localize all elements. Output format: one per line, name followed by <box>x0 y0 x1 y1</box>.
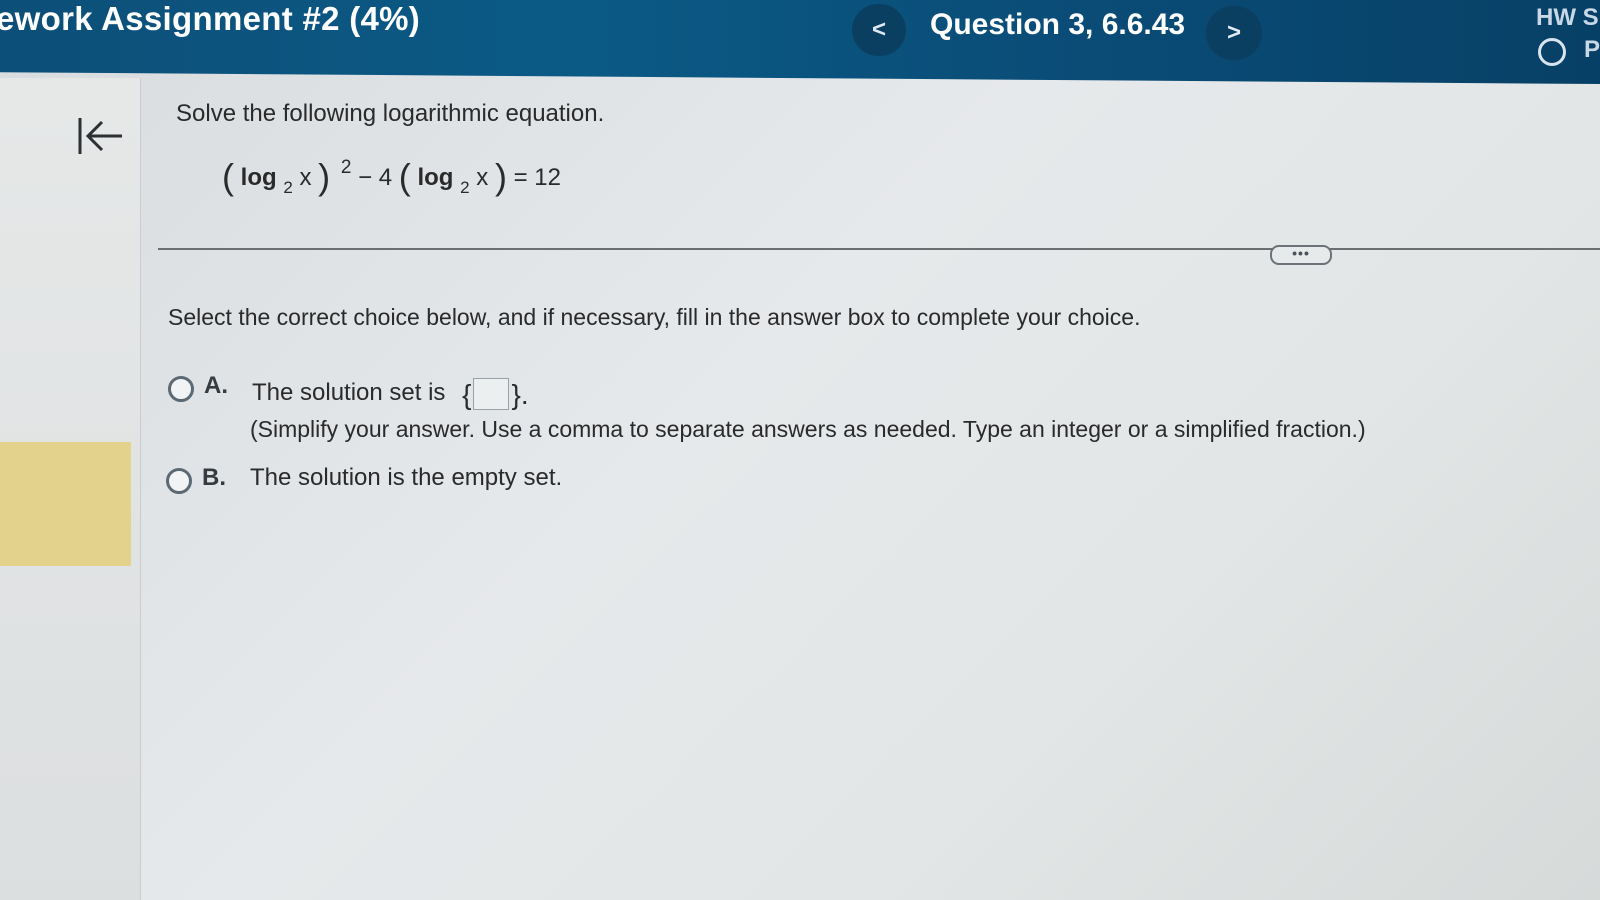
points-radio[interactable] <box>1538 38 1566 66</box>
instruction-text: Select the correct choice below, and if … <box>168 304 1141 330</box>
choice-a-text: The solution set is {}. <box>252 378 529 411</box>
choice-a-label: The solution set is <box>252 379 446 406</box>
eq-base: 2 <box>283 178 293 197</box>
close-brace: }. <box>511 379 529 410</box>
solution-set-braces: {}. <box>462 378 529 411</box>
eq-paren: ) <box>494 156 507 197</box>
open-brace: { <box>462 379 472 410</box>
eq-minus-coefficient: − 4 <box>358 164 393 191</box>
more-options-button[interactable]: ••• <box>1270 245 1332 265</box>
eq-rhs: = 12 <box>513 164 561 191</box>
answer-input[interactable] <box>473 378 510 410</box>
choice-b-letter: B. <box>202 464 226 491</box>
choice-a-letter: A. <box>204 372 228 399</box>
eq-variable: x <box>476 164 489 191</box>
divider <box>158 248 1600 250</box>
question-prompt: Solve the following logarithmic equation… <box>176 100 605 127</box>
chevron-left-icon: < <box>871 16 886 43</box>
eq-variable: x <box>299 164 312 191</box>
chevron-right-icon: > <box>1226 19 1241 46</box>
eq-base: 2 <box>460 178 470 197</box>
eq-paren: ) <box>318 156 331 197</box>
choice-a-hint: (Simplify your answer. Use a comma to se… <box>250 416 1366 442</box>
eq-exponent: 2 <box>340 157 352 178</box>
choice-b-text: The solution is the empty set. <box>250 464 563 491</box>
choice-b-radio[interactable] <box>166 468 192 494</box>
eq-paren: ( <box>222 156 234 197</box>
choice-a-radio[interactable] <box>168 376 194 402</box>
hw-score-label: HW S <box>1536 4 1599 31</box>
eq-paren: ( <box>398 156 411 197</box>
collapse-panel-icon[interactable] <box>74 112 130 160</box>
question-label: Question 3, 6.6.43 <box>930 8 1186 41</box>
eq-log: log <box>240 164 277 191</box>
points-label: P <box>1584 36 1600 63</box>
assignment-title: ework Assignment #2 (4%) <box>0 0 421 37</box>
equation: ( log 2 x ) 2 − 4 ( log 2 x ) = 12 <box>222 156 561 198</box>
next-question-button[interactable]: > <box>1206 6 1262 60</box>
eq-log: log <box>417 164 454 191</box>
rail-highlight <box>0 442 131 566</box>
previous-question-button[interactable]: < <box>852 4 906 56</box>
